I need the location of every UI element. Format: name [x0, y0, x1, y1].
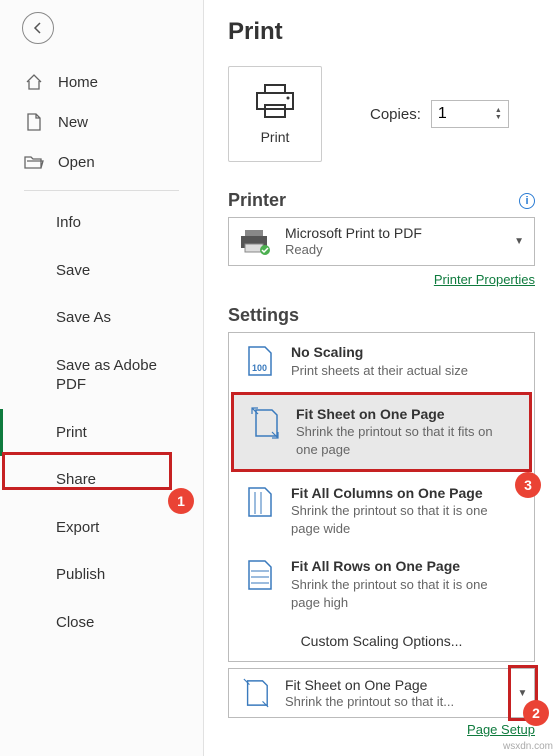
option-fit-rows[interactable]: Fit All Rows on One Page Shrink the prin…: [229, 547, 534, 621]
page-title: Print: [228, 18, 535, 46]
scaling-options-panel: 100 No Scaling Print sheets at their act…: [228, 332, 535, 662]
option-title: Fit All Columns on One Page: [291, 484, 520, 503]
new-doc-icon: [24, 112, 44, 132]
print-top-row: Print Copies: 1 ▲▼: [228, 66, 535, 162]
printer-status: Ready: [285, 242, 502, 259]
spin-down-icon[interactable]: ▼: [495, 114, 502, 121]
sub-save[interactable]: Save: [0, 247, 203, 295]
printer-status-icon: [239, 228, 273, 256]
option-fit-sheet[interactable]: Fit Sheet on One Page Shrink the printou…: [231, 392, 532, 472]
nav-new[interactable]: New: [0, 102, 203, 142]
chevron-down-icon: ▼: [514, 236, 524, 247]
no-scaling-icon: 100: [243, 343, 277, 379]
printer-section-header: Printer i: [228, 190, 535, 211]
scaling-selected-title: Fit Sheet on One Page: [285, 676, 506, 694]
printer-properties-link[interactable]: Printer Properties: [228, 272, 535, 287]
copies-label: Copies:: [370, 106, 421, 123]
nav-open[interactable]: Open: [0, 142, 203, 182]
page-setup-link[interactable]: Page Setup: [228, 722, 535, 737]
sidebar-divider: [24, 190, 179, 191]
option-sub: Shrink the printout so that it is one pa…: [291, 502, 520, 537]
sub-save-as[interactable]: Save As: [0, 294, 203, 342]
annotation-badge-3: 3: [515, 472, 541, 498]
printer-section-title: Printer: [228, 190, 286, 211]
fit-sheet-icon: [239, 675, 273, 711]
scaling-selected-sub: Shrink the printout so that it...: [285, 694, 506, 711]
option-sub: Shrink the printout so that it is one pa…: [291, 576, 520, 611]
spin-up-icon[interactable]: ▲: [495, 107, 502, 114]
printer-name: Microsoft Print to PDF: [285, 224, 502, 242]
open-folder-icon: [24, 152, 44, 172]
option-title: Fit All Rows on One Page: [291, 557, 520, 576]
printer-dropdown[interactable]: Microsoft Print to PDF Ready ▼: [228, 217, 535, 266]
svg-text:100: 100: [252, 363, 267, 373]
fit-sheet-icon: [248, 405, 282, 441]
annotation-badge-1: 1: [168, 488, 194, 514]
copies-value: 1: [438, 105, 447, 123]
option-sub: Shrink the printout so that it fits on o…: [296, 423, 515, 458]
sub-save-adobe-pdf[interactable]: Save as Adobe PDF: [0, 342, 203, 409]
nav-new-label: New: [58, 114, 88, 131]
nav-open-label: Open: [58, 154, 95, 171]
sub-info[interactable]: Info: [0, 199, 203, 247]
fit-rows-icon: [243, 557, 277, 593]
option-no-scaling[interactable]: 100 No Scaling Print sheets at their act…: [229, 333, 534, 389]
sidebar: Home New Open Info Save Save As Save as …: [0, 0, 204, 756]
annotation-badge-2: 2: [523, 700, 549, 726]
custom-scaling-link[interactable]: Custom Scaling Options...: [229, 621, 534, 661]
home-icon: [24, 72, 44, 92]
option-title: No Scaling: [291, 343, 520, 362]
scaling-dropdown-row: Fit Sheet on One Page Shrink the printou…: [228, 668, 535, 718]
printer-icon: [253, 83, 297, 121]
info-icon[interactable]: i: [519, 193, 535, 209]
option-title: Fit Sheet on One Page: [296, 405, 515, 424]
fit-columns-icon: [243, 484, 277, 520]
copies-group: Copies: 1 ▲▼: [370, 100, 509, 128]
sub-print[interactable]: Print: [0, 409, 203, 457]
print-button[interactable]: Print: [228, 66, 322, 162]
main-content: Print Print Copies: 1 ▲▼ Printer i Micro…: [204, 0, 559, 756]
sub-publish[interactable]: Publish: [0, 551, 203, 599]
watermark: wsxdn.com: [503, 741, 553, 752]
sub-close[interactable]: Close: [0, 599, 203, 647]
settings-section-header: Settings: [228, 305, 535, 326]
settings-section-title: Settings: [228, 305, 299, 326]
print-button-label: Print: [261, 129, 290, 145]
option-fit-columns[interactable]: Fit All Columns on One Page Shrink the p…: [229, 474, 534, 548]
option-sub: Print sheets at their actual size: [291, 362, 520, 380]
chevron-down-icon: ▼: [518, 688, 528, 699]
arrow-left-icon: [31, 21, 45, 35]
copies-spinner[interactable]: ▲▼: [495, 107, 502, 121]
nav-home[interactable]: Home: [0, 62, 203, 102]
back-button[interactable]: [22, 12, 54, 44]
nav-home-label: Home: [58, 74, 98, 91]
copies-input[interactable]: 1 ▲▼: [431, 100, 509, 128]
scaling-dropdown[interactable]: Fit Sheet on One Page Shrink the printou…: [228, 668, 511, 718]
